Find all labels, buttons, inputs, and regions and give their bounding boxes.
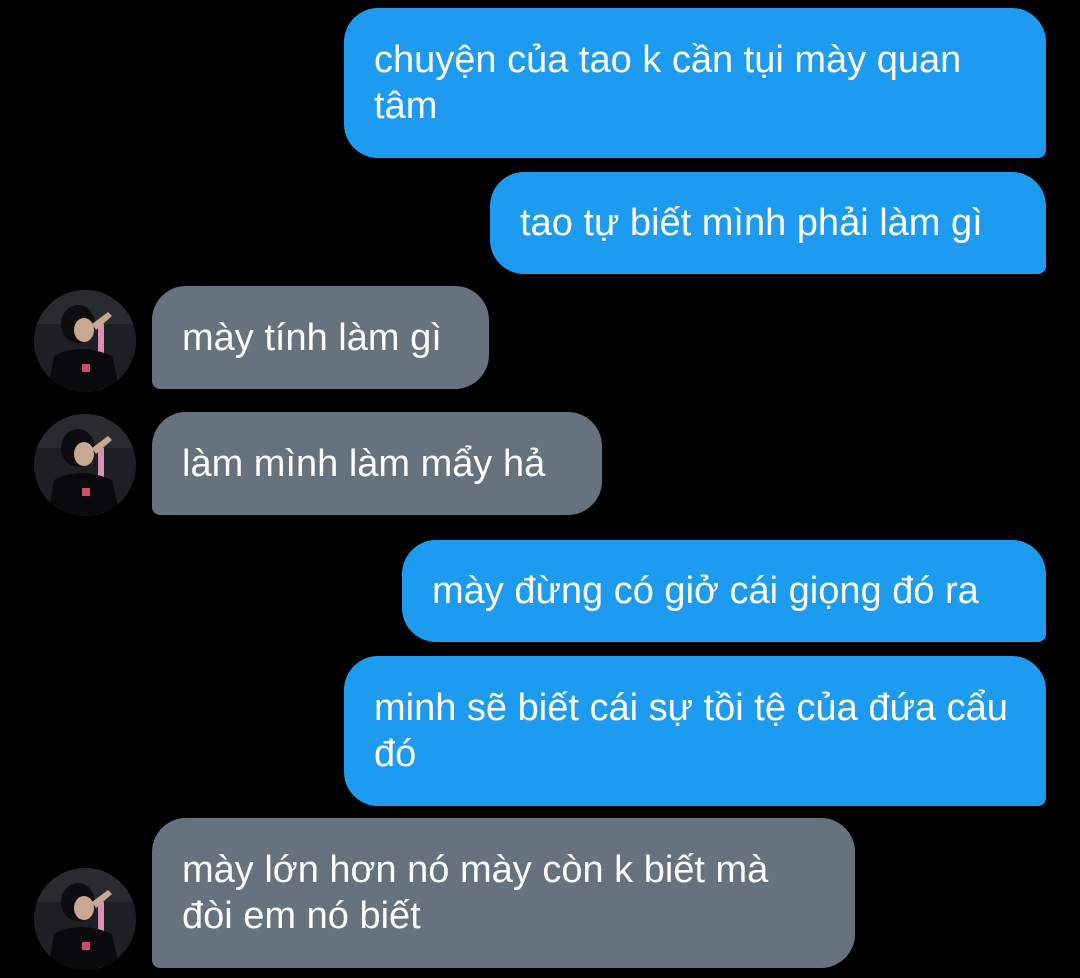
avatar[interactable] xyxy=(34,868,136,970)
message-bubble-sent[interactable]: chuyện của tao k cần tụi mày quan tâm xyxy=(344,8,1046,158)
avatar[interactable] xyxy=(34,290,136,392)
message-text: minh sẽ biết cái sự tồi tệ của đứa cẩu đ… xyxy=(374,687,1019,775)
user-avatar-icon xyxy=(34,290,136,392)
message-bubble-sent[interactable]: mày đừng có giở cái giọng đó ra xyxy=(402,540,1046,642)
user-avatar-icon xyxy=(34,414,136,516)
message-bubble-received[interactable]: mày tính làm gì xyxy=(152,286,489,389)
message-bubble-sent[interactable]: minh sẽ biết cái sự tồi tệ của đứa cẩu đ… xyxy=(344,656,1046,806)
message-bubble-received[interactable]: mày lớn hơn nó mày còn k biết mà đòi em … xyxy=(152,818,855,968)
message-text: tao tự biết mình phải làm gì xyxy=(520,202,983,244)
avatar[interactable] xyxy=(34,414,136,516)
message-bubble-sent[interactable]: tao tự biết mình phải làm gì xyxy=(490,172,1046,274)
message-bubble-received[interactable]: làm mình làm mẩy hả xyxy=(152,412,602,515)
message-text: mày lớn hơn nó mày còn k biết mà đòi em … xyxy=(182,849,779,937)
message-text: mày đừng có giở cái giọng đó ra xyxy=(432,570,979,612)
message-text: chuyện của tao k cần tụi mày quan tâm xyxy=(374,39,972,127)
message-text: mày tính làm gì xyxy=(182,316,442,359)
user-avatar-icon xyxy=(34,868,136,970)
message-text: làm mình làm mẩy hả xyxy=(182,442,546,485)
